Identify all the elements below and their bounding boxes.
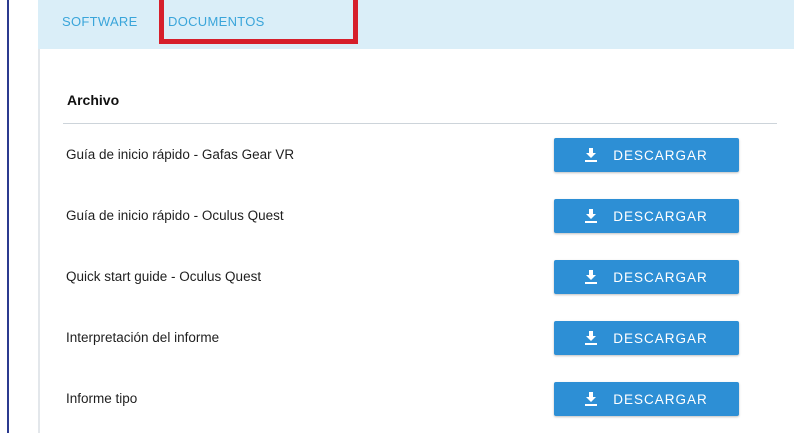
download-button-label: DESCARGAR (613, 147, 708, 163)
download-button[interactable]: DESCARGAR (554, 382, 739, 416)
document-row: Guía de inicio rápido - Gafas Gear VR DE… (63, 138, 777, 172)
download-button[interactable]: DESCARGAR (554, 199, 739, 233)
download-button-label: DESCARGAR (613, 208, 708, 224)
document-row: Guía de inicio rápido - Oculus Quest DES… (63, 199, 777, 233)
document-label: Interpretación del informe (66, 330, 220, 345)
download-button-label: DESCARGAR (613, 391, 708, 407)
download-button-label: DESCARGAR (613, 330, 708, 346)
document-label: Guía de inicio rápido - Gafas Gear VR (66, 147, 295, 162)
document-row: Quick start guide - Oculus Quest DESCARG… (63, 260, 777, 294)
download-button[interactable]: DESCARGAR (554, 321, 739, 355)
download-icon (585, 148, 598, 162)
download-button[interactable]: DESCARGAR (554, 260, 739, 294)
document-label: Informe tipo (66, 391, 138, 406)
document-row: Interpretación del informe DESCARGAR (63, 321, 777, 355)
download-button[interactable]: DESCARGAR (554, 138, 739, 172)
page-left-border (7, 0, 9, 433)
download-icon (585, 209, 598, 223)
document-label: Guía de inicio rápido - Oculus Quest (66, 208, 284, 223)
document-row: Informe tipo DESCARGAR (63, 382, 777, 416)
download-button-label: DESCARGAR (613, 269, 708, 285)
content-left-border (38, 49, 40, 433)
tab-highlight-box (159, 0, 358, 44)
tabs-bar: SOFTWARE DOCUMENTOS (38, 0, 794, 49)
section-title: Archivo (67, 92, 120, 108)
download-icon (585, 270, 598, 284)
document-label: Quick start guide - Oculus Quest (66, 269, 262, 284)
tab-software[interactable]: SOFTWARE (62, 14, 138, 29)
download-icon (585, 331, 598, 345)
download-icon (585, 392, 598, 406)
section-divider (63, 123, 777, 124)
